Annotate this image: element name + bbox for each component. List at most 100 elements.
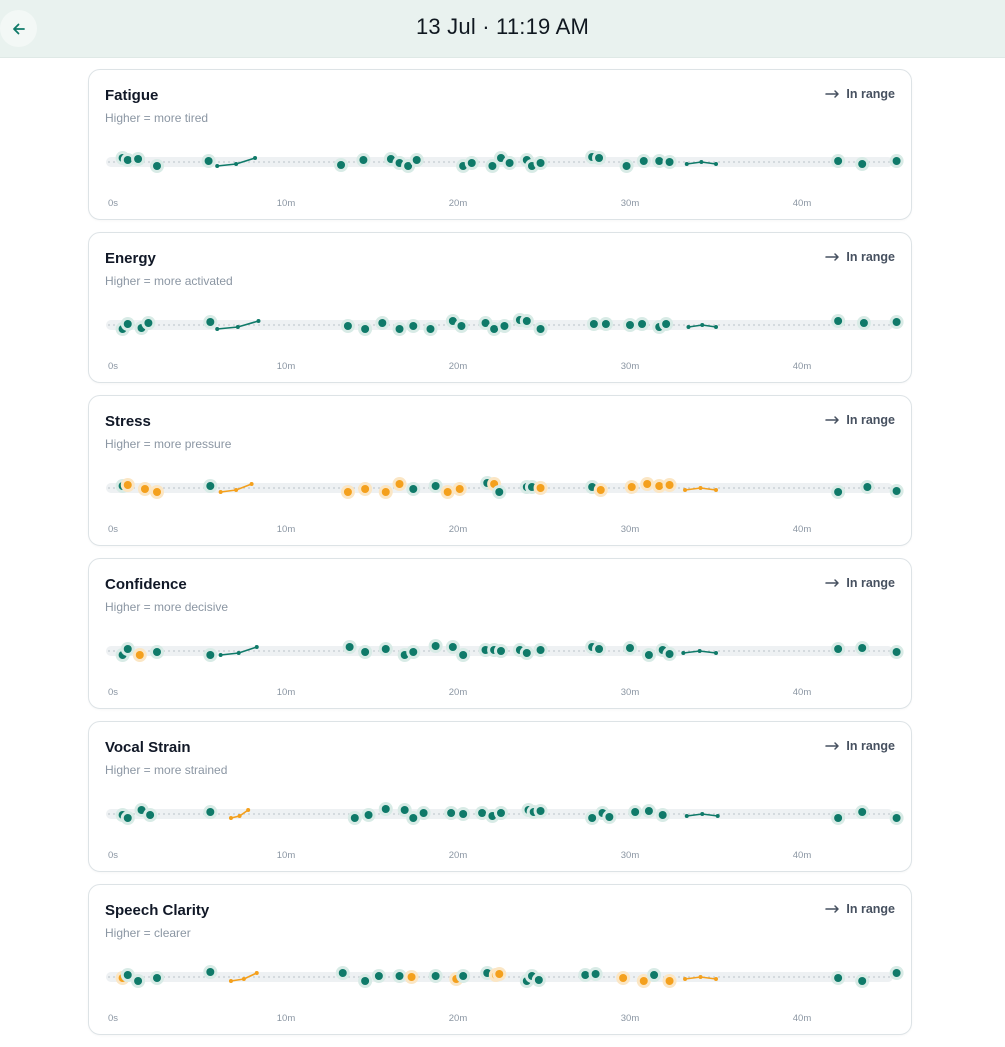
- data-point[interactable]: [595, 154, 604, 162]
- data-point[interactable]: [123, 481, 132, 489]
- data-point[interactable]: [658, 811, 667, 819]
- data-point[interactable]: [665, 158, 674, 166]
- data-point[interactable]: [589, 320, 598, 328]
- data-point[interactable]: [443, 488, 452, 496]
- data-point[interactable]: [153, 648, 161, 656]
- data-point[interactable]: [665, 650, 674, 658]
- data-point[interactable]: [431, 972, 440, 980]
- data-point[interactable]: [536, 325, 545, 333]
- data-point[interactable]: [834, 974, 843, 982]
- data-point[interactable]: [834, 814, 843, 822]
- data-point[interactable]: [123, 971, 132, 979]
- data-point[interactable]: [459, 972, 468, 980]
- data-point[interactable]: [457, 322, 466, 330]
- data-point[interactable]: [134, 977, 143, 985]
- data-point[interactable]: [500, 322, 509, 330]
- data-point[interactable]: [419, 809, 428, 817]
- data-point[interactable]: [655, 482, 664, 490]
- data-point[interactable]: [153, 162, 161, 170]
- data-point[interactable]: [626, 321, 634, 329]
- data-point[interactable]: [412, 156, 421, 164]
- data-point[interactable]: [626, 644, 634, 652]
- data-point[interactable]: [361, 485, 370, 493]
- data-point[interactable]: [858, 977, 867, 985]
- data-point[interactable]: [601, 320, 610, 328]
- data-point[interactable]: [343, 322, 352, 330]
- data-point[interactable]: [892, 814, 901, 822]
- data-point[interactable]: [395, 325, 404, 333]
- data-point[interactable]: [206, 318, 215, 326]
- data-point[interactable]: [858, 644, 867, 652]
- data-point[interactable]: [505, 159, 514, 167]
- data-point[interactable]: [892, 648, 901, 656]
- data-point[interactable]: [374, 972, 383, 980]
- data-point[interactable]: [395, 972, 404, 980]
- data-point[interactable]: [206, 651, 215, 659]
- data-point[interactable]: [497, 809, 505, 817]
- data-point[interactable]: [859, 319, 868, 327]
- data-point[interactable]: [409, 648, 418, 656]
- data-point[interactable]: [892, 969, 901, 977]
- data-point[interactable]: [665, 977, 674, 985]
- data-point[interactable]: [495, 970, 504, 978]
- data-point[interactable]: [478, 809, 487, 817]
- data-point[interactable]: [134, 155, 143, 163]
- data-point[interactable]: [858, 808, 867, 816]
- data-point[interactable]: [364, 811, 373, 819]
- data-point[interactable]: [627, 483, 636, 491]
- data-point[interactable]: [378, 319, 387, 327]
- data-point[interactable]: [361, 977, 370, 985]
- data-point[interactable]: [337, 161, 346, 169]
- data-point[interactable]: [536, 159, 545, 167]
- data-point[interactable]: [381, 488, 390, 496]
- data-point[interactable]: [381, 805, 390, 813]
- data-point[interactable]: [431, 482, 440, 490]
- data-point[interactable]: [140, 485, 149, 493]
- data-point[interactable]: [431, 642, 440, 650]
- data-point[interactable]: [631, 808, 640, 816]
- data-point[interactable]: [591, 970, 600, 978]
- data-point[interactable]: [206, 808, 215, 816]
- data-point[interactable]: [522, 649, 531, 657]
- data-point[interactable]: [359, 156, 368, 164]
- data-point[interactable]: [662, 320, 671, 328]
- data-point[interactable]: [123, 320, 132, 328]
- data-point[interactable]: [361, 648, 370, 656]
- data-point[interactable]: [536, 807, 545, 815]
- data-point[interactable]: [488, 162, 497, 170]
- data-point[interactable]: [536, 484, 545, 492]
- data-point[interactable]: [455, 485, 464, 493]
- data-point[interactable]: [650, 971, 659, 979]
- data-point[interactable]: [655, 157, 664, 165]
- data-point[interactable]: [381, 645, 390, 653]
- data-point[interactable]: [588, 814, 597, 822]
- data-point[interactable]: [409, 322, 418, 330]
- data-point[interactable]: [834, 317, 843, 325]
- data-point[interactable]: [123, 814, 132, 822]
- data-point[interactable]: [619, 974, 628, 982]
- data-point[interactable]: [345, 643, 354, 651]
- data-point[interactable]: [123, 645, 132, 653]
- data-point[interactable]: [426, 325, 435, 333]
- data-point[interactable]: [638, 320, 647, 328]
- data-point[interactable]: [892, 318, 901, 326]
- data-point[interactable]: [639, 157, 648, 165]
- data-point[interactable]: [490, 325, 499, 333]
- data-point[interactable]: [534, 976, 543, 984]
- data-point[interactable]: [146, 811, 155, 819]
- data-point[interactable]: [361, 325, 370, 333]
- data-point[interactable]: [644, 807, 653, 815]
- data-point[interactable]: [644, 651, 653, 659]
- data-point[interactable]: [409, 485, 418, 493]
- data-point[interactable]: [338, 969, 347, 977]
- data-point[interactable]: [447, 809, 456, 817]
- data-point[interactable]: [153, 488, 161, 496]
- data-point[interactable]: [522, 317, 531, 325]
- data-point[interactable]: [581, 971, 590, 979]
- data-point[interactable]: [605, 813, 614, 821]
- data-point[interactable]: [834, 645, 843, 653]
- data-point[interactable]: [343, 488, 352, 496]
- data-point[interactable]: [596, 486, 605, 494]
- data-point[interactable]: [459, 651, 468, 659]
- data-point[interactable]: [892, 157, 901, 165]
